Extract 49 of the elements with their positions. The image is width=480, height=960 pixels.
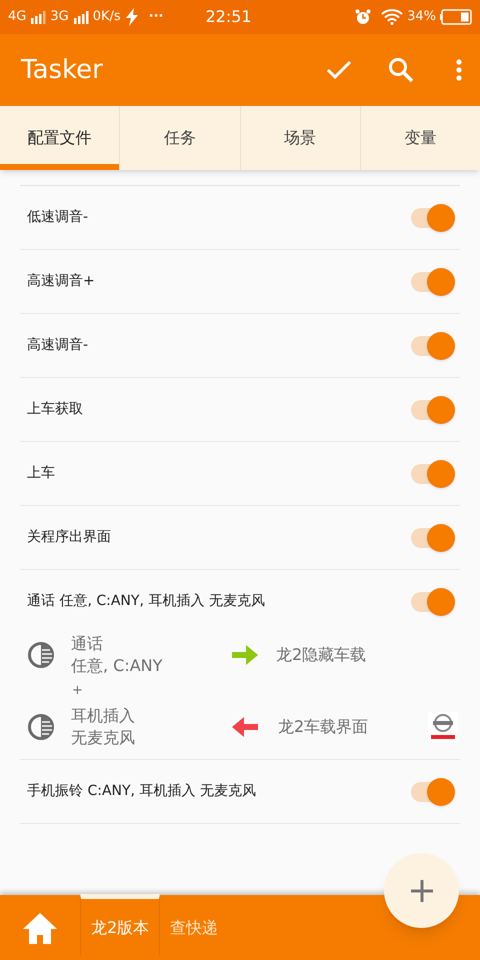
context-text[interactable]: 通话	[71, 633, 162, 655]
signal-icon	[72, 10, 89, 24]
joiner: +	[71, 682, 84, 700]
tab[interactable]: 变量	[360, 106, 480, 170]
half-circle-icon	[27, 641, 55, 669]
profile-name[interactable]: 高速调音+	[27, 271, 409, 292]
profile-name[interactable]: 手机振铃 C:ANY, 耳机插入 无麦克风	[27, 781, 409, 802]
context-text[interactable]: 任意, C:ANY	[71, 655, 162, 677]
check-icon[interactable]	[326, 59, 352, 81]
task-name[interactable]: 龙2隐藏车载	[276, 643, 460, 667]
profile-name[interactable]: 关程序出界面	[27, 527, 409, 548]
right-arrow-icon	[232, 643, 258, 667]
tab[interactable]: 场景	[240, 106, 360, 170]
lightning-icon	[124, 8, 139, 26]
network-type: 3G	[50, 8, 69, 26]
home-icon[interactable]	[22, 912, 58, 944]
profile-name[interactable]: 通话 任意, C:ANY, 耳机插入 无麦克风	[27, 591, 409, 612]
toggle-switch[interactable]	[409, 332, 455, 360]
more-menu-icon[interactable]	[456, 59, 462, 81]
profile-name[interactable]: 低速调音-	[27, 207, 409, 228]
context-text[interactable]: 无麦克风	[71, 727, 135, 749]
battery-icon	[440, 9, 472, 25]
network-type: 4G	[8, 8, 26, 26]
app-title: Tasker	[21, 54, 104, 86]
profile-name[interactable]: 上车获取	[27, 399, 409, 420]
half-circle-icon	[27, 713, 55, 741]
task-name[interactable]: 龙2车载界面	[278, 715, 428, 739]
search-icon[interactable]	[388, 57, 414, 83]
tab[interactable]: 配置文件	[0, 106, 120, 170]
left-arrow-icon	[232, 715, 258, 739]
plus-icon	[410, 880, 432, 902]
wifi-icon	[381, 9, 404, 25]
tab[interactable]: 任务	[119, 106, 240, 170]
toggle-switch[interactable]	[409, 396, 455, 424]
signal-icon	[30, 10, 46, 24]
toggle-switch[interactable]	[409, 204, 455, 232]
toggle-switch[interactable]	[409, 588, 455, 616]
battery-percent: 34%	[407, 8, 436, 26]
more-notifications: ···	[148, 8, 164, 26]
context-text[interactable]: 耳机插入	[71, 705, 135, 727]
alarm-icon	[355, 9, 372, 25]
toggle-switch[interactable]	[409, 778, 455, 806]
toggle-switch[interactable]	[409, 268, 455, 296]
toggle-switch[interactable]	[409, 460, 455, 488]
toggle-switch[interactable]	[409, 524, 455, 552]
profile-name[interactable]: 高速调音-	[27, 335, 409, 356]
profile-name[interactable]: 上车	[27, 463, 409, 484]
clock: 22:51	[206, 6, 252, 28]
network-speed: 0K/s	[92, 8, 121, 26]
